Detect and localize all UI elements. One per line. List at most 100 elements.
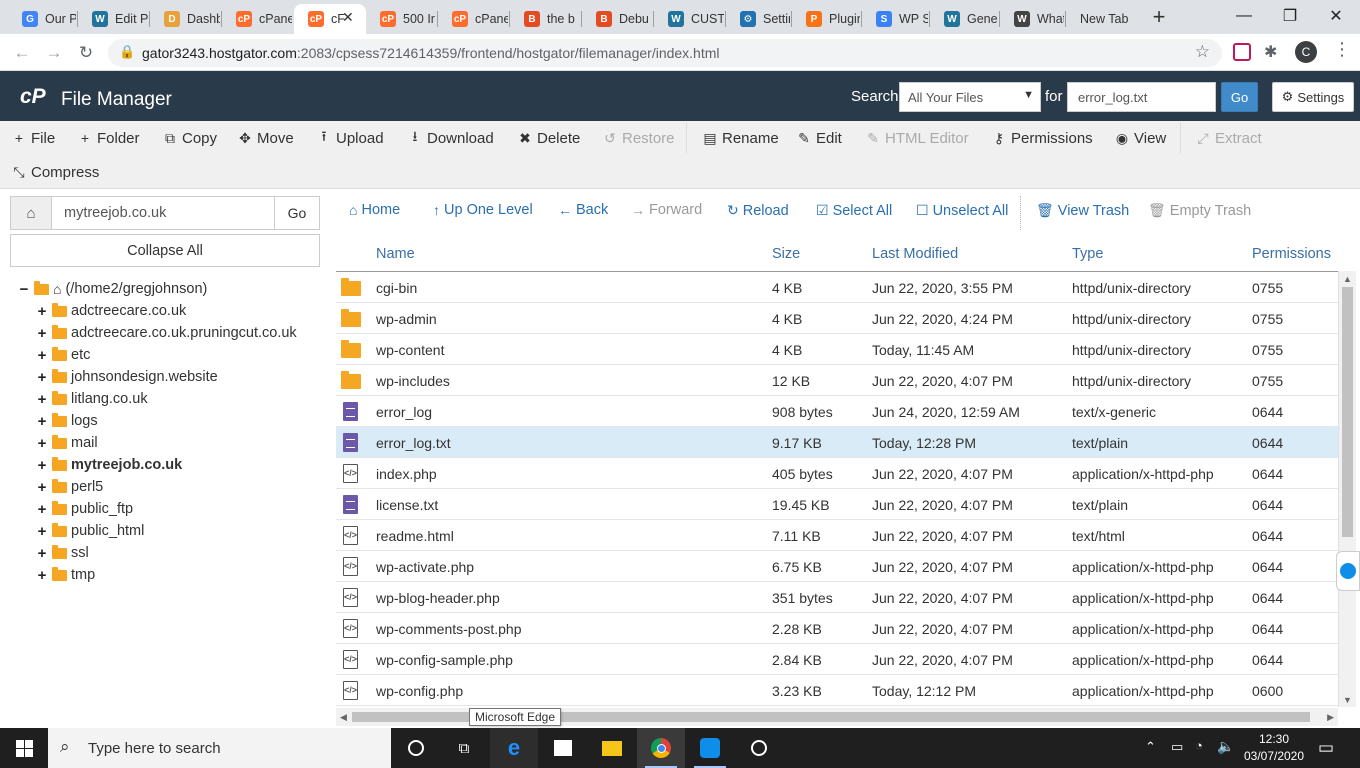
column-modified-header[interactable]: Last Modified	[872, 246, 958, 262]
expand-icon[interactable]: +	[36, 413, 48, 430]
expand-icon[interactable]: +	[36, 435, 48, 452]
expand-icon[interactable]: +	[36, 523, 48, 540]
select-all-button[interactable]: ☑ Select All	[816, 202, 892, 219]
vertical-scrollbar[interactable]: ▲ ▼	[1338, 271, 1356, 707]
task-view-button[interactable]: ⧉	[440, 728, 488, 768]
close-window-button[interactable]: ✕	[1313, 0, 1359, 32]
file-button[interactable]: + File	[12, 123, 55, 153]
browser-tab[interactable]: P Plugin	[792, 4, 860, 34]
store-taskbar-button[interactable]	[539, 728, 587, 768]
browser-tab[interactable]: ⚙ Settin	[726, 4, 790, 34]
reload-button[interactable]: ↻	[73, 40, 99, 66]
bookmark-star-icon[interactable]: ☆	[1195, 42, 1210, 62]
expand-icon[interactable]: +	[36, 303, 48, 320]
compress-button[interactable]: ⤡ Compress	[12, 157, 99, 187]
extension-icon[interactable]	[1233, 43, 1251, 61]
browser-tab[interactable]: W Edit P	[78, 4, 148, 34]
tree-item[interactable]: + etc	[36, 344, 90, 366]
chevron-up-icon[interactable]: ⌃	[1145, 739, 1156, 755]
table-row[interactable]: error_log 908 bytes Jun 24, 2020, 12:59 AM…	[336, 396, 1338, 427]
minimize-button[interactable]: —	[1221, 0, 1267, 32]
permissions-button[interactable]: ⚷ Permissions	[992, 123, 1093, 153]
column-size-header[interactable]: Size	[772, 246, 800, 262]
taskbar-search-box[interactable]: ⌕ Type here to search	[48, 728, 391, 768]
app-taskbar-button[interactable]	[735, 728, 783, 768]
browser-tab[interactable]: W Gener	[930, 4, 998, 34]
browser-tab[interactable]: cP cPane	[438, 4, 508, 34]
table-row[interactable]: cgi-bin 4 KB Jun 22, 2020, 3:55 PM httpd/un…	[336, 272, 1338, 303]
expand-icon[interactable]: +	[36, 567, 48, 584]
scroll-right-arrow-icon[interactable]: ▶	[1327, 712, 1334, 723]
tree-item[interactable]: + adctreecare.co.uk.pruningcut.co.uk	[36, 322, 297, 344]
tree-item[interactable]: + mytreejob.co.uk	[36, 454, 182, 476]
forward-button[interactable]: →	[41, 40, 67, 66]
tree-item[interactable]: + public_html	[36, 520, 144, 542]
cpanel-logo[interactable]: cP	[20, 85, 46, 109]
delete-button[interactable]: ✖ Delete	[518, 123, 580, 153]
collapse-all-button[interactable]: Collapse All	[10, 234, 320, 267]
restore-window-button[interactable]: ❐	[1267, 0, 1313, 32]
browser-tab[interactable]: New Tab	[1066, 4, 1138, 34]
teamviewer-widget[interactable]	[1336, 551, 1360, 591]
browser-tab[interactable]: W What	[1000, 4, 1064, 34]
tree-item[interactable]: + litlang.co.uk	[36, 388, 148, 410]
home-button[interactable]: ⌂ Home	[349, 202, 400, 218]
browser-tab[interactable]: cP cPane	[222, 4, 292, 34]
column-permissions-header[interactable]: Permissions	[1252, 246, 1331, 262]
search-scope-select[interactable]: All Your Files ▼	[899, 82, 1041, 112]
edit-button[interactable]: ✎ Edit	[797, 123, 842, 153]
table-row[interactable]: </> wp-blog-header.php 351 bytes Jun 22, 20…	[336, 582, 1338, 613]
tree-item[interactable]: + public_ftp	[36, 498, 133, 520]
move-button[interactable]: ✥ Move	[238, 123, 294, 153]
table-row[interactable]: </> wp-activate.php 6.75 KB Jun 22, 2020, 4…	[336, 551, 1338, 582]
search-input[interactable]: error_log.txt	[1067, 82, 1216, 112]
view-trash-button[interactable]: 🗑 View Trash	[1036, 202, 1129, 219]
address-bar[interactable]: 🔒 gator3243.hostgator.com:2083/cpsess721…	[108, 39, 1222, 67]
view-button[interactable]: ◉ View	[1115, 123, 1166, 153]
reload-button[interactable]: ↻ Reload	[727, 202, 789, 219]
table-row[interactable]: wp-content 4 KB Today, 11:45 AM httpd/unix-…	[336, 334, 1338, 365]
expand-icon[interactable]: +	[36, 325, 48, 342]
expand-icon[interactable]: +	[36, 545, 48, 562]
home-icon[interactable]: ⌂	[11, 197, 52, 229]
expand-icon[interactable]: +	[36, 501, 48, 518]
browser-tab[interactable]: G Our P	[8, 4, 76, 34]
folder-button[interactable]: + Folder	[78, 123, 140, 153]
expand-icon[interactable]: +	[36, 347, 48, 364]
expand-icon[interactable]: +	[36, 457, 48, 474]
browser-tab[interactable]: W CUST	[654, 4, 724, 34]
download-button[interactable]: ⭳ Download	[408, 123, 494, 153]
expand-icon[interactable]: +	[36, 479, 48, 496]
tree-item[interactable]: + logs	[36, 410, 98, 432]
browser-tab[interactable]: S WP S	[862, 4, 928, 34]
back-button[interactable]: ←	[9, 40, 35, 66]
table-row[interactable]: wp-includes 12 KB Jun 22, 2020, 4:07 PM htt…	[336, 365, 1338, 396]
tree-item[interactable]: + tmp	[36, 564, 95, 586]
browser-tab[interactable]: Bthe b	[510, 4, 580, 34]
table-row[interactable]: </> wp-config.php 3.23 KB Today, 12:12 PM ap…	[336, 675, 1338, 706]
table-row[interactable]: </> wp-comments-post.php 2.28 KB Jun 22, 20…	[336, 613, 1338, 644]
upload-button[interactable]: ⭱ Upload	[317, 123, 384, 153]
table-row[interactable]: </> index.php 405 bytes Jun 22, 2020, 4:07 …	[336, 458, 1338, 489]
menu-icon[interactable]: ⋮	[1333, 39, 1351, 60]
volume-icon[interactable]: 🔈	[1217, 738, 1234, 755]
taskbar-clock[interactable]: 12:30 03/07/2020	[1240, 731, 1308, 765]
search-go-button[interactable]: Go	[1221, 82, 1258, 112]
url-text[interactable]: gator3243.hostgator.com:2083/cpsess72146…	[142, 45, 720, 61]
collapse-icon[interactable]: −	[18, 281, 30, 298]
unselect-all-button[interactable]: ☐ Unselect All	[916, 202, 1008, 219]
back-button[interactable]: ← Back	[558, 202, 608, 218]
battery-icon[interactable]: ▭	[1171, 739, 1183, 755]
browser-tab[interactable]: D Dashb	[150, 4, 220, 34]
browser-tab[interactable]: cP 500 Ir	[366, 4, 436, 34]
chrome-taskbar-button[interactable]	[637, 728, 685, 768]
tree-item[interactable]: + perl5	[36, 476, 103, 498]
new-tab-button[interactable]: +	[1146, 4, 1172, 30]
teamviewer-taskbar-button[interactable]	[686, 728, 734, 768]
expand-icon[interactable]: +	[36, 369, 48, 386]
profile-avatar[interactable]: C	[1295, 41, 1317, 63]
file-explorer-taskbar-button[interactable]	[588, 728, 636, 768]
scroll-left-arrow-icon[interactable]: ◀	[340, 712, 347, 723]
extensions-puzzle-icon[interactable]: ✱	[1264, 42, 1277, 62]
copy-button[interactable]: ⧉ Copy	[163, 123, 217, 153]
